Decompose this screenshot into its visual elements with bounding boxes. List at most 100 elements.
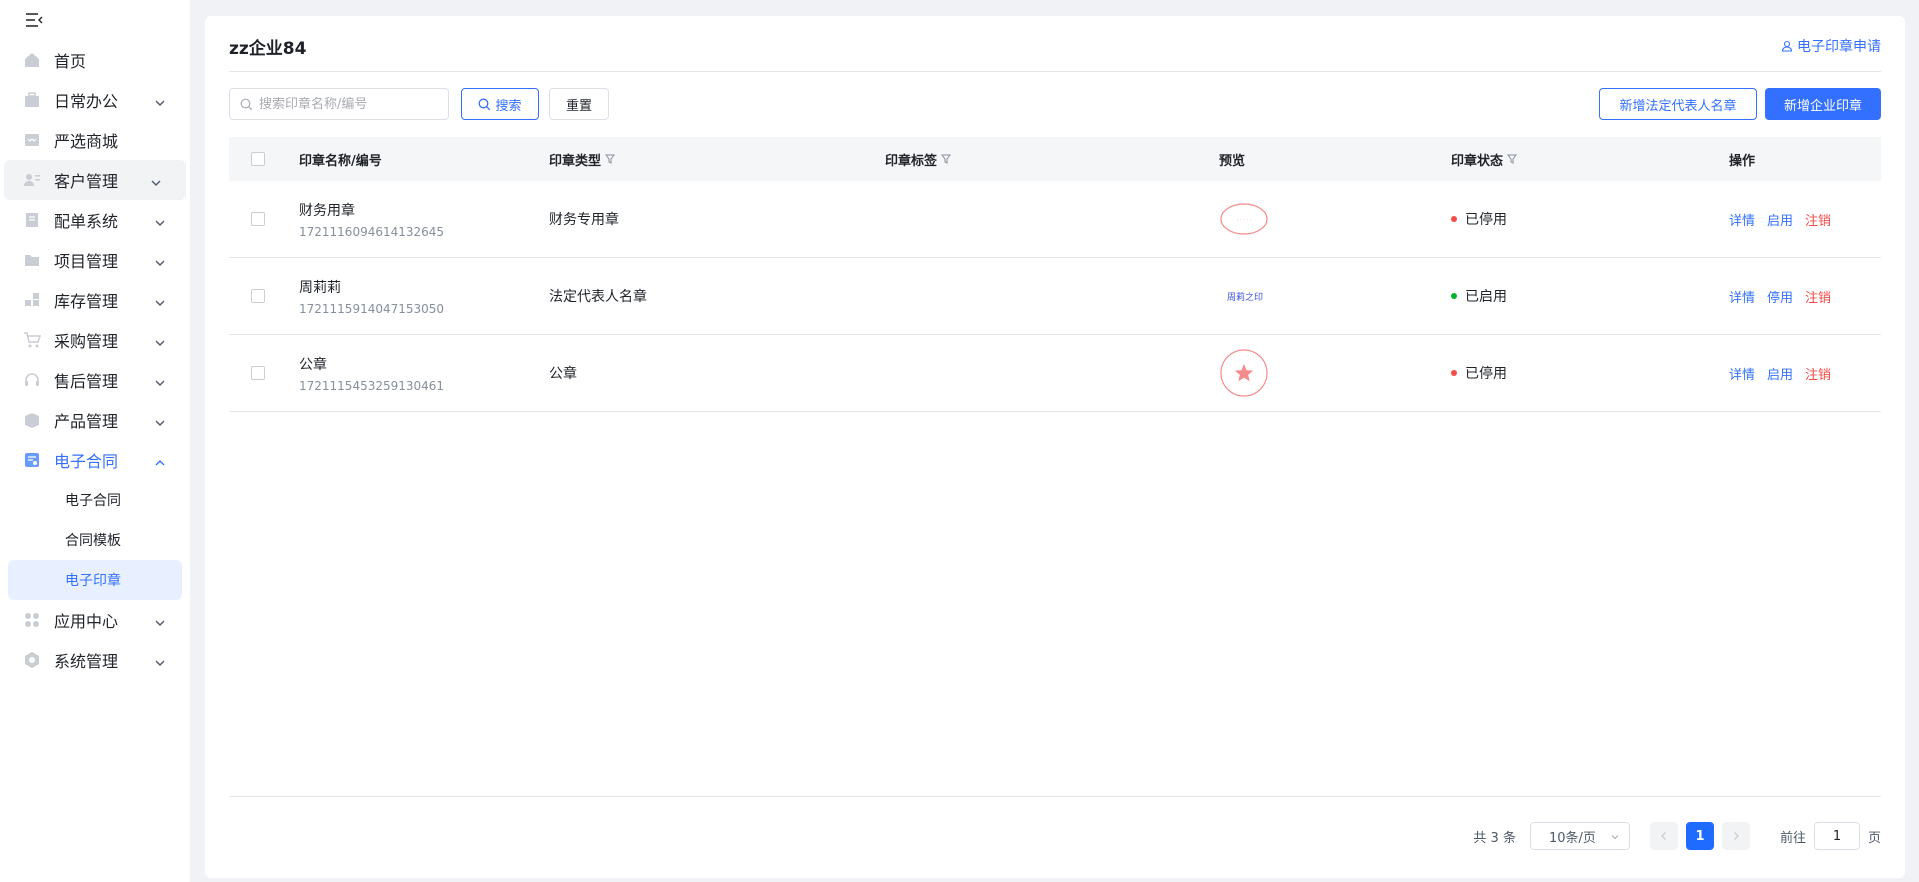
- seal-apply-link[interactable]: 电子印章申请: [1781, 36, 1881, 56]
- sidebar-item-label: 严选商城: [54, 132, 119, 151]
- seal-status: 已停用: [1465, 212, 1507, 228]
- sidebar-item-system[interactable]: 系统管理: [0, 640, 190, 680]
- detail-link[interactable]: 详情: [1729, 364, 1755, 383]
- seal-type: 法定代表人名章: [549, 289, 647, 305]
- goto-prefix: 前往: [1779, 830, 1806, 846]
- sidebar-item-product[interactable]: 产品管理: [0, 400, 190, 440]
- seal-name: 周莉莉: [299, 279, 341, 296]
- seal-table: 印章名称/编号 印章类型 印章标签 预览 印章状态 操作 财务用章 172111…: [229, 137, 1881, 412]
- sidebar-menu: 首页 日常办公 严选商城 客户管理 配单系统 项目管理 库存管理 采购管理 售后…: [0, 40, 190, 680]
- sidebar-item-label: 项目管理: [54, 252, 119, 271]
- enable-link[interactable]: 启用: [1767, 364, 1793, 383]
- header-ops: 操作: [1729, 153, 1756, 169]
- search-input[interactable]: [259, 96, 439, 112]
- filter-icon[interactable]: [1507, 154, 1518, 164]
- sidebar-item-order[interactable]: 配单系统: [0, 200, 190, 240]
- page-size-select[interactable]: 10条/页: [1529, 822, 1630, 850]
- apps-icon: [22, 610, 42, 630]
- chevron-down-icon: [150, 174, 162, 186]
- enable-link[interactable]: 启用: [1767, 210, 1793, 229]
- oval-seal-preview[interactable]: · · · · ·: [1219, 202, 1269, 236]
- sidebar-item-office[interactable]: 日常办公: [0, 80, 190, 120]
- row-checkbox[interactable]: [251, 366, 265, 380]
- sidebar-item-label: 系统管理: [54, 652, 119, 671]
- page-size-value: 10条/页: [1548, 830, 1596, 846]
- goto-page-input[interactable]: [1813, 822, 1860, 850]
- prev-page-button[interactable]: [1649, 822, 1678, 850]
- order-icon: [22, 210, 42, 230]
- main-panel: zz企业84 电子印章申请 搜索 重置 新增法定代表人名章 新增企业印章 印章名…: [205, 16, 1905, 878]
- sidebar-item-home[interactable]: 首页: [0, 40, 190, 80]
- seal-code: 1721115914047153050: [299, 301, 445, 316]
- select-all-checkbox[interactable]: [251, 152, 265, 166]
- add-company-seal-button[interactable]: 新增企业印章: [1765, 88, 1881, 120]
- page-number-current[interactable]: 1: [1685, 822, 1714, 850]
- next-page-button[interactable]: [1721, 822, 1750, 850]
- table-row: 周莉莉 1721115914047153050 法定代表人名章 周莉之印 已启用…: [229, 258, 1881, 335]
- menu-collapse-icon[interactable]: [24, 10, 44, 30]
- filter-icon[interactable]: [605, 154, 616, 164]
- sidebar-item-contract[interactable]: 电子合同: [0, 440, 190, 480]
- sidebar-item-label: 电子合同: [54, 452, 119, 471]
- cart-icon: [22, 330, 42, 350]
- sidebar-item-label: 售后管理: [54, 372, 119, 391]
- name-seal-preview[interactable]: 周莉之印: [1219, 290, 1263, 303]
- cancel-link[interactable]: 注销: [1805, 287, 1831, 306]
- sidebar-item-label: 应用中心: [54, 612, 119, 631]
- briefcase-icon: [22, 90, 42, 110]
- divider: [229, 71, 1881, 72]
- search-button-label: 搜索: [495, 98, 522, 114]
- search-button[interactable]: 搜索: [461, 88, 539, 120]
- row-checkbox[interactable]: [251, 212, 265, 226]
- chevron-down-icon: [154, 654, 166, 666]
- customer-icon: [22, 170, 42, 190]
- reset-button[interactable]: 重置: [549, 88, 609, 120]
- header-status: 印章状态: [1451, 153, 1504, 169]
- chevron-down-icon: [154, 214, 166, 226]
- detail-link[interactable]: 详情: [1729, 287, 1755, 306]
- round-seal-preview[interactable]: [1219, 348, 1269, 398]
- sidebar-item-customer[interactable]: 客户管理: [4, 160, 186, 200]
- sidebar-subitem-seal[interactable]: 电子印章: [8, 560, 182, 600]
- name-seal-text: 周莉之印: [1227, 292, 1264, 303]
- cancel-link[interactable]: 注销: [1805, 364, 1831, 383]
- toolbar: 搜索 重置 新增法定代表人名章 新增企业印章: [229, 88, 1881, 120]
- folder-icon: [22, 250, 42, 270]
- disable-link[interactable]: 停用: [1767, 287, 1793, 306]
- row-checkbox[interactable]: [251, 289, 265, 303]
- chevron-down-icon: [154, 294, 166, 306]
- sidebar-item-purchase[interactable]: 采购管理: [0, 320, 190, 360]
- sidebar-subitem-contract[interactable]: 电子合同: [0, 480, 190, 520]
- cancel-link[interactable]: 注销: [1805, 210, 1831, 229]
- table-header: 印章名称/编号 印章类型 印章标签 预览 印章状态 操作: [229, 137, 1881, 181]
- header-preview: 预览: [1219, 153, 1246, 169]
- sidebar-item-label: 客户管理: [54, 172, 119, 191]
- page-goto: 前往 页: [1780, 822, 1881, 850]
- status-dot: [1451, 293, 1457, 299]
- goto-suffix: 页: [1867, 830, 1881, 846]
- sidebar-item-label: 库存管理: [54, 292, 119, 311]
- header-name: 印章名称/编号: [299, 153, 382, 169]
- divider: [229, 796, 1881, 797]
- sidebar-item-mall[interactable]: 严选商城: [0, 120, 190, 160]
- sidebar-item-label: 采购管理: [54, 332, 119, 351]
- sidebar-item-apps[interactable]: 应用中心: [0, 600, 190, 640]
- sidebar-item-project[interactable]: 项目管理: [0, 240, 190, 280]
- page-title: zz企业84: [229, 39, 307, 59]
- chevron-up-icon: [154, 454, 166, 466]
- add-legal-seal-button[interactable]: 新增法定代表人名章: [1599, 88, 1757, 120]
- box-icon: [22, 410, 42, 430]
- detail-link[interactable]: 详情: [1729, 210, 1755, 229]
- sidebar-item-inventory[interactable]: 库存管理: [0, 280, 190, 320]
- filter-icon[interactable]: [941, 154, 952, 164]
- sidebar-subitem-template[interactable]: 合同模板: [0, 520, 190, 560]
- seal-type: 财务专用章: [549, 212, 619, 228]
- chevron-down-icon: [154, 334, 166, 346]
- seal-code: 1721115453259130461: [299, 378, 445, 393]
- sidebar-item-aftersale[interactable]: 售后管理: [0, 360, 190, 400]
- svg-text:· · · · ·: · · · · ·: [1237, 217, 1252, 223]
- inventory-icon: [22, 290, 42, 310]
- chevron-down-icon: [154, 374, 166, 386]
- user-icon: [1781, 40, 1793, 52]
- table-row: 公章 1721115453259130461 公章 已停用 详情 启用 注销: [229, 335, 1881, 412]
